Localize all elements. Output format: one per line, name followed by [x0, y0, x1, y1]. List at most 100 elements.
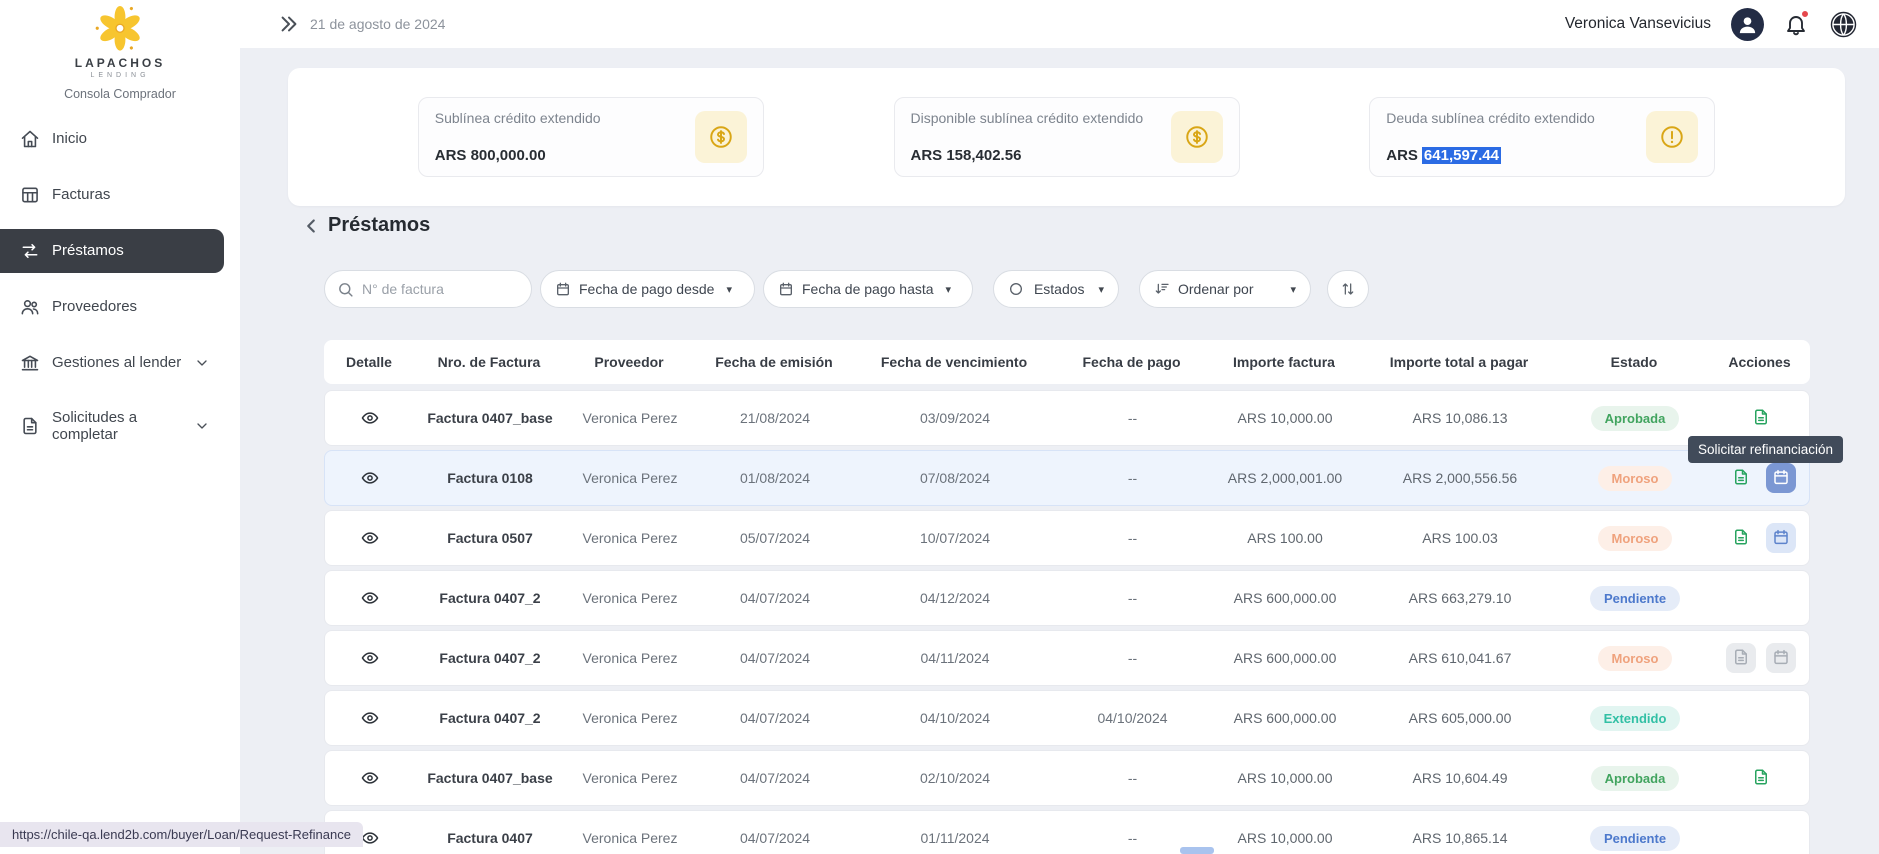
invoice-number: Factura 0407: [415, 830, 565, 846]
sidebar-item-solicitudes-a-completar[interactable]: Solicitudes a completar: [0, 397, 224, 455]
table-row: Factura 0407_2Veronica Perez04/07/202404…: [324, 570, 1810, 626]
topbar: 21 de agosto de 2024 Veronica Vanseviciu…: [240, 0, 1879, 48]
request-refinance-button[interactable]: [1766, 463, 1796, 493]
chevron-down-icon: ▾: [1098, 283, 1104, 296]
sidebar-item-label: Solicitudes a completar: [52, 409, 170, 444]
card-title: Deuda sublínea crédito extendido: [1386, 110, 1595, 144]
eye-icon: [358, 409, 382, 427]
status-badge: Extendido: [1590, 706, 1681, 731]
person-icon: [1736, 13, 1759, 36]
sort-direction-toggle[interactable]: [1327, 270, 1369, 308]
invoice-document-button[interactable]: [1726, 523, 1756, 553]
total-amount: ARS 605,000.00: [1360, 710, 1560, 726]
status-badge: Pendiente: [1590, 586, 1680, 611]
lapachos-flower-logo: [92, 2, 148, 58]
issue-date: 04/07/2024: [695, 770, 855, 786]
invoice-number: Factura 0407_2: [415, 650, 565, 666]
selected-amount-text: 641,597.44: [1422, 147, 1501, 164]
brand-subtitle: LENDING: [0, 72, 240, 79]
column-header: Proveedor: [564, 354, 694, 370]
notifications-button[interactable]: [1784, 12, 1808, 36]
date-to-filter[interactable]: Fecha de pago hasta ▾: [763, 270, 973, 308]
invoice-document-button[interactable]: [1746, 403, 1776, 433]
horizontal-scrollbar-thumb[interactable]: [1180, 847, 1214, 854]
eye-icon: [358, 709, 382, 727]
column-header: Acciones: [1709, 354, 1810, 370]
sort-by-filter[interactable]: Ordenar por ▾: [1139, 270, 1311, 308]
detail-eye-button[interactable]: [358, 589, 382, 607]
issue-date: 04/07/2024: [695, 710, 855, 726]
page-title: Préstamos: [328, 214, 430, 237]
chevron-down-icon: ▾: [946, 283, 952, 296]
invoice-amount: ARS 2,000,001.00: [1210, 470, 1360, 486]
provider-name: Veronica Perez: [565, 470, 695, 486]
table-row: Factura 0407Veronica Perez04/07/202401/1…: [324, 810, 1810, 854]
date-from-filter[interactable]: Fecha de pago desde ▾: [540, 270, 755, 308]
chevron-left-icon: [300, 215, 322, 237]
invoice-search-input[interactable]: [362, 281, 512, 297]
provider-name: Veronica Perez: [565, 410, 695, 426]
user-avatar-button[interactable]: [1731, 8, 1764, 41]
eye-icon: [358, 529, 382, 547]
invoice-document-button[interactable]: [1746, 763, 1776, 793]
sidebar-item-label: Préstamos: [52, 242, 124, 259]
states-filter[interactable]: Estados ▾: [993, 270, 1119, 308]
topbar-right: Veronica Vansevicius: [1565, 8, 1859, 41]
detail-eye-button[interactable]: [358, 709, 382, 727]
console-label: Consola Comprador: [0, 87, 240, 101]
notification-badge: [1800, 9, 1810, 19]
loans-table-body: Factura 0407_baseVeronica Perez21/08/202…: [324, 390, 1810, 854]
status-badge: Moroso: [1598, 526, 1673, 551]
calendar-icon: [1772, 528, 1790, 549]
language-globe-button[interactable]: [1828, 9, 1859, 40]
issue-date: 04/07/2024: [695, 830, 855, 846]
eye-icon: [358, 589, 382, 607]
sidebar-item-label: Gestiones al lender: [52, 354, 181, 371]
sidebar-item-gestiones-al-lender[interactable]: Gestiones al lender: [0, 341, 224, 385]
status-badge: Moroso: [1598, 646, 1673, 671]
sidebar: LAPACHOS LENDING Consola Comprador Inici…: [0, 0, 240, 854]
detail-eye-button[interactable]: [358, 769, 382, 787]
sidebar-item-facturas[interactable]: Facturas: [0, 173, 224, 217]
sidebar-item-inicio[interactable]: Inicio: [0, 117, 224, 161]
summary-panel: Sublínea crédito extendido ARS 800,000.0…: [288, 68, 1845, 206]
invoice-amount: ARS 10,000.00: [1210, 770, 1360, 786]
column-header: Detalle: [324, 354, 414, 370]
doc-icon: [1732, 528, 1750, 549]
detail-eye-button[interactable]: [358, 649, 382, 667]
payment-date: --: [1055, 650, 1210, 666]
total-amount: ARS 100.03: [1360, 530, 1560, 546]
column-header: Estado: [1559, 354, 1709, 370]
payment-date: --: [1055, 830, 1210, 846]
filter-label: Fecha de pago desde: [579, 281, 714, 297]
sidebar-expand-button[interactable]: [278, 13, 300, 35]
doc-icon: [1732, 648, 1750, 669]
sidebar-item-prestamos[interactable]: Préstamos: [0, 229, 224, 273]
brand-name: LAPACHOS: [0, 56, 240, 70]
brand: LAPACHOS LENDING Consola Comprador: [0, 0, 240, 101]
eye-icon: [358, 469, 382, 487]
filter-label: Estados: [1034, 281, 1085, 297]
row-actions: [1710, 463, 1811, 493]
total-amount: ARS 610,041.67: [1360, 650, 1560, 666]
invoice-amount: ARS 600,000.00: [1210, 710, 1360, 726]
detail-eye-button[interactable]: [358, 469, 382, 487]
status-badge: Moroso: [1598, 466, 1673, 491]
column-header: Importe total a pagar: [1359, 354, 1559, 370]
sidebar-item-label: Proveedores: [52, 298, 137, 315]
total-amount: ARS 10,865.14: [1360, 830, 1560, 846]
sidebar-item-proveedores[interactable]: Proveedores: [0, 285, 224, 329]
summary-card-debt: Deuda sublínea crédito extendido ARS641,…: [1369, 97, 1715, 177]
invoice-document-button[interactable]: [1726, 463, 1756, 493]
detail-eye-button[interactable]: [358, 529, 382, 547]
back-chevron-button[interactable]: [300, 215, 322, 237]
invoice-amount: ARS 10,000.00: [1210, 830, 1360, 846]
table-row: Factura 0507Veronica Perez05/07/202410/0…: [324, 510, 1810, 566]
circle-status-icon: [1008, 281, 1024, 297]
detail-eye-button[interactable]: [358, 409, 382, 427]
due-date: 03/09/2024: [855, 410, 1055, 426]
table-row: Factura 0407_2Veronica Perez04/07/202404…: [324, 690, 1810, 746]
request-refinance-button[interactable]: [1766, 523, 1796, 553]
invoice-number: Factura 0407_base: [415, 770, 565, 786]
provider-name: Veronica Perez: [565, 830, 695, 846]
